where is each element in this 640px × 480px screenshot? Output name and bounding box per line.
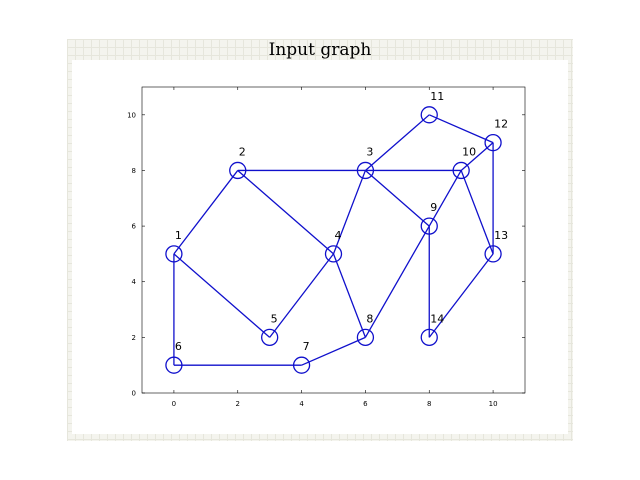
node-label-1: 1 [175,229,182,242]
node-label-5: 5 [271,312,278,325]
x-tick-label: 8 [427,400,431,408]
node-label-4: 4 [335,229,342,242]
node-label-7: 7 [303,340,310,353]
y-tick-label: 2 [132,334,136,342]
x-tick-label: 2 [236,400,240,408]
node-label-9: 9 [430,201,437,214]
x-tick-label: 0 [172,400,176,408]
figure-window: Input graph 0 2 4 6 8 10 0 2 4 6 8 10 1 2 3 4 5 6 7 8 9 10 11 1… [67,39,573,441]
figure-canvas: 0 2 4 6 8 10 0 2 4 6 8 10 1 2 3 4 5 6 7 8 9 10 11 12 13 14 [72,60,568,434]
node-label-2: 2 [239,145,246,158]
node-label-11: 11 [430,90,444,103]
y-tick-label: 4 [132,278,137,286]
x-tick-label: 6 [363,400,368,408]
node-label-14: 14 [430,312,444,325]
node-label-8: 8 [366,312,373,325]
x-tick-label: 4 [299,400,304,408]
node-label-13: 13 [494,229,508,242]
plot-frame [141,86,526,394]
node-label-6: 6 [175,340,182,353]
y-tick-label: 10 [127,111,136,119]
y-tick-label: 6 [132,223,137,231]
node-label-12: 12 [494,118,508,131]
y-tick-label: 0 [132,390,136,398]
figure-title: Input graph [268,40,372,60]
x-tick-label: 10 [489,400,498,408]
graph-plot: 0 2 4 6 8 10024681012 3456 7891011121314 [127,86,526,408]
node-label-3: 3 [366,145,373,158]
node-label-10: 10 [462,145,476,158]
y-tick-label: 8 [132,167,136,175]
